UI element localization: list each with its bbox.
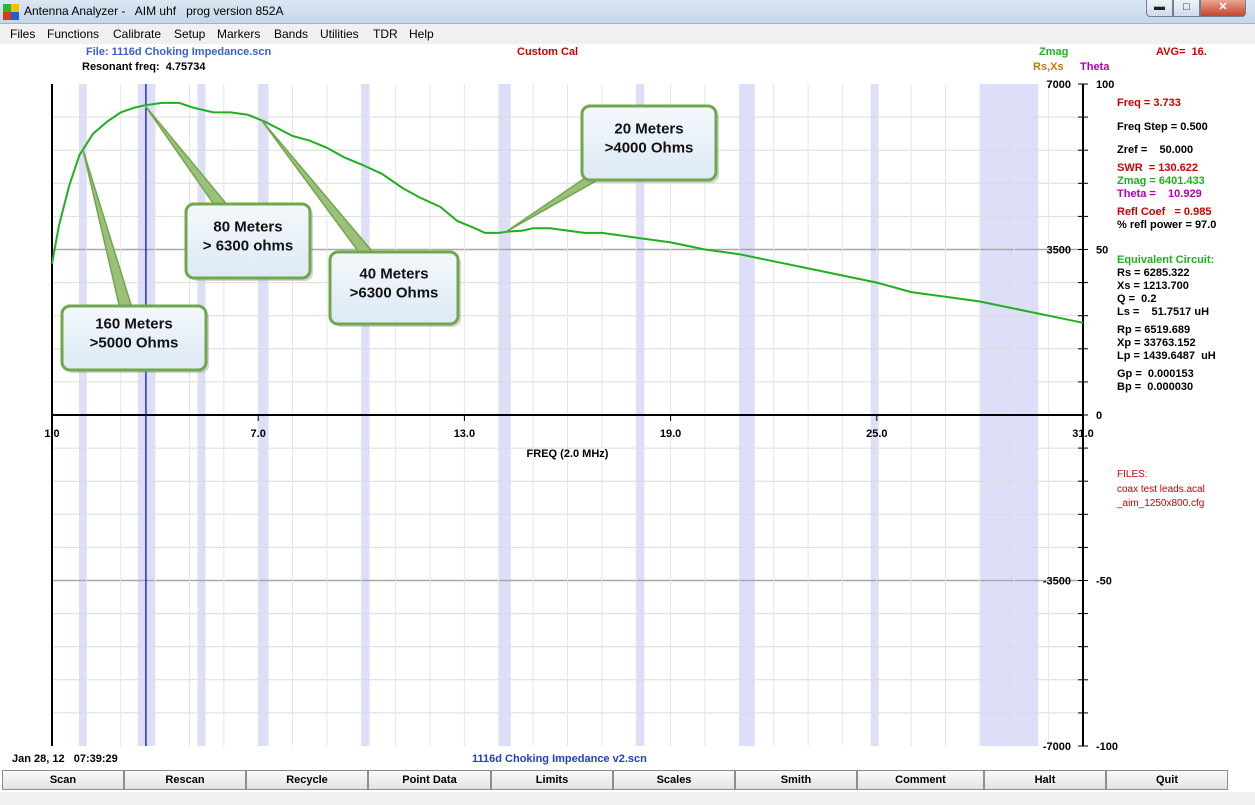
- files-cfg-file: _aim_1250x800.cfg: [1117, 498, 1205, 509]
- menu-tdr[interactable]: TDR: [373, 27, 398, 41]
- menu-files[interactable]: Files: [10, 27, 35, 41]
- smith-button[interactable]: Smith: [735, 770, 857, 790]
- y-right-tick-label: 0: [1096, 410, 1102, 422]
- y-left-tick-label: 7000: [1047, 79, 1071, 91]
- y-left-tick-label: 3500: [1047, 245, 1071, 257]
- lp-readout: Lp = 1439.6487 uH: [1117, 350, 1216, 362]
- x-axis-label: FREQ (2.0 MHz): [527, 448, 609, 460]
- y-right-tick-label: -100: [1096, 741, 1118, 753]
- menu-setup[interactable]: Setup: [174, 27, 205, 41]
- y-right-tick-label: 50: [1096, 245, 1108, 257]
- callouts-layer: 160 Meters >5000 Ohms 80 Meters > 6300 ohms…: [60, 104, 719, 373]
- x-tick-label: 31.0: [1072, 428, 1093, 440]
- title-bar: Antenna Analyzer - AIM uhf prog version …: [0, 0, 1255, 24]
- rescan-button[interactable]: Rescan: [124, 770, 246, 790]
- theta-readout: Theta = 10.929: [1117, 188, 1202, 200]
- quit-button[interactable]: Quit: [1106, 770, 1228, 790]
- scan-button[interactable]: Scan: [2, 770, 124, 790]
- window-title: Antenna Analyzer - AIM uhf prog version …: [24, 4, 284, 18]
- close-button[interactable]: ✕: [1200, 0, 1246, 17]
- callout-text: 80 Meters: [213, 219, 282, 236]
- callout-text: 40 Meters: [359, 266, 428, 283]
- gp-readout: Gp = 0.000153: [1117, 368, 1194, 380]
- x-tick-label: 19.0: [660, 428, 681, 440]
- y-left-tick-label: -3500: [1043, 576, 1071, 588]
- xs-readout: Xs = 1213.700: [1117, 280, 1189, 292]
- app-icon: [3, 4, 19, 20]
- menu-calibrate[interactable]: Calibrate: [113, 27, 161, 41]
- point-data-button[interactable]: Point Data: [368, 770, 491, 790]
- callout-text: >4000 Ohms: [605, 140, 694, 157]
- xp-readout: Xp = 33763.152: [1117, 337, 1196, 349]
- menu-bands[interactable]: Bands: [274, 27, 308, 41]
- timestamp-label: Jan 28, 12 07:39:29: [12, 753, 118, 765]
- refl-coef-readout: Refl Coef = 0.985: [1117, 206, 1212, 218]
- halt-button[interactable]: Halt: [984, 770, 1106, 790]
- callout-text: >6300 Ohms: [350, 285, 439, 302]
- maximize-button[interactable]: □: [1173, 0, 1200, 17]
- y-left-tick-label: -7000: [1043, 741, 1071, 753]
- freq-readout: Freq = 3.733: [1117, 97, 1181, 109]
- rs-readout: Rs = 6285.322: [1117, 267, 1190, 279]
- recycle-button[interactable]: Recycle: [246, 770, 368, 790]
- menu-functions[interactable]: Functions: [47, 27, 99, 41]
- callout-text: 20 Meters: [614, 121, 683, 138]
- client-area: File: 1116d Choking Impedance.scn Resona…: [0, 44, 1255, 768]
- menu-utilities[interactable]: Utilities: [320, 27, 359, 41]
- button-bar: Scan Rescan Recycle Point Data Limits Sc…: [0, 770, 1255, 792]
- freq-step-readout: Freq Step = 0.500: [1117, 121, 1208, 133]
- rp-readout: Rp = 6519.689: [1117, 324, 1191, 336]
- callout-text: >5000 Ohms: [90, 335, 179, 352]
- comment-button[interactable]: Comment: [857, 770, 984, 790]
- x-tick-label: 1.0: [44, 428, 59, 440]
- scan-file-label: 1116d Choking Impedance v2.scn: [472, 753, 647, 765]
- bp-readout: Bp = 0.000030: [1117, 381, 1194, 393]
- y-right-tick-label: -50: [1096, 576, 1112, 588]
- callout-text: 160 Meters: [95, 316, 173, 333]
- impedance-chart[interactable]: 1.0 7.0 13.0 19.0 25.0 31.0 FREQ (2.0 MHz) 7000…: [0, 44, 1255, 768]
- menu-help[interactable]: Help: [409, 27, 434, 41]
- minimize-button[interactable]: ▬: [1146, 0, 1173, 17]
- status-strip: [0, 792, 1255, 805]
- y-right-tick-label: 100: [1096, 79, 1114, 91]
- zmag-readout: Zmag = 6401.433: [1117, 175, 1205, 187]
- files-title: FILES:: [1117, 469, 1148, 480]
- swr-readout: SWR = 130.622: [1117, 162, 1199, 174]
- files-cal-file: coax test leads.acal: [1117, 484, 1205, 495]
- menu-bar: Files Functions Calibrate Setup Markers …: [0, 24, 1255, 44]
- limits-button[interactable]: Limits: [491, 770, 613, 790]
- x-tick-label: 13.0: [454, 428, 475, 440]
- equivalent-circuit-title: Equivalent Circuit:: [1117, 254, 1215, 266]
- ls-readout: Ls = 51.7517 uH: [1117, 306, 1210, 318]
- menu-markers[interactable]: Markers: [217, 27, 260, 41]
- zref-readout: Zref = 50.000: [1117, 144, 1194, 156]
- q-readout: Q = 0.2: [1117, 293, 1157, 305]
- x-tick-label: 25.0: [866, 428, 887, 440]
- x-tick-label: 7.0: [251, 428, 266, 440]
- refl-power-readout: % refl power = 97.0: [1117, 219, 1217, 231]
- callout-text: > 6300 ohms: [203, 238, 293, 255]
- scales-button[interactable]: Scales: [613, 770, 735, 790]
